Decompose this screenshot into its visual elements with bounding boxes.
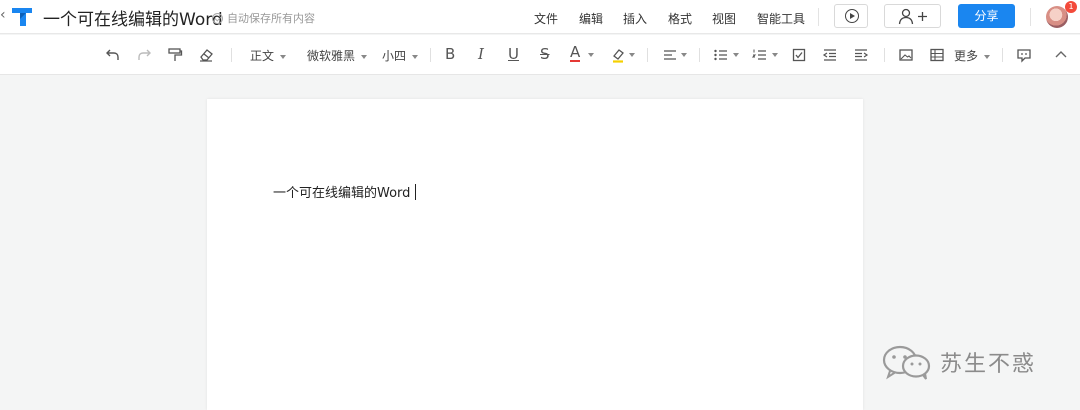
comment-icon — [1017, 49, 1031, 63]
font-family-select[interactable]: 微软雅黑 — [307, 47, 368, 64]
eraser-icon — [200, 49, 213, 62]
task-list-button[interactable] — [791, 47, 807, 63]
text-cursor — [415, 184, 417, 200]
redo-icon — [138, 49, 151, 60]
chevron-down-icon — [412, 54, 419, 59]
paint-brush-icon — [168, 48, 183, 61]
align-left-icon — [664, 50, 676, 60]
bold-button[interactable]: B — [445, 45, 455, 63]
bullet-list-button[interactable] — [713, 47, 729, 63]
font-color-button[interactable]: A — [570, 45, 581, 62]
autosave-text: 自动保存所有内容 — [227, 12, 315, 25]
highlighter-icon — [613, 49, 624, 63]
strikethrough-button[interactable]: S — [540, 45, 550, 63]
menu-edit[interactable]: 编辑 — [579, 10, 603, 27]
format-painter-button[interactable] — [167, 47, 183, 63]
chevron-down-icon — [361, 54, 368, 59]
chevron-down-icon[interactable] — [733, 53, 739, 57]
wechat-icon — [882, 345, 931, 380]
header-divider — [1030, 8, 1031, 26]
notification-badge: 1 — [1065, 1, 1077, 13]
undo-icon — [106, 49, 119, 60]
document-body-text[interactable]: 一个可在线编辑的Word — [273, 182, 417, 201]
redo-button[interactable] — [136, 47, 152, 63]
formatting-toolbar: 正文 微软雅黑 小四 B I U S A 更多 — [0, 35, 1080, 75]
document-page[interactable] — [207, 99, 863, 410]
numbered-list-button[interactable] — [752, 47, 768, 63]
app-header: ‹ 一个可在线编辑的Word 自动保存所有内容 文件 编辑 插入 格式 视图 智… — [0, 0, 1080, 34]
paragraph-style-select[interactable]: 正文 — [250, 47, 287, 64]
underline-button[interactable]: U — [508, 45, 519, 63]
chevron-down-icon[interactable] — [681, 53, 687, 57]
chevron-down-icon[interactable] — [772, 53, 778, 57]
chevron-down-icon[interactable] — [588, 53, 594, 57]
menu-view[interactable]: 视图 — [712, 10, 736, 27]
image-icon — [899, 49, 913, 61]
share-button[interactable]: 分享 — [958, 4, 1015, 28]
numbered-list-icon — [752, 49, 766, 60]
present-button[interactable] — [834, 4, 868, 28]
font-size-select[interactable]: 小四 — [382, 47, 419, 64]
autosave-status: 自动保存所有内容 — [212, 10, 315, 26]
chevron-down-icon — [280, 54, 287, 59]
comment-button[interactable] — [1016, 47, 1032, 63]
app-logo-icon[interactable] — [10, 5, 34, 29]
checkbox-icon — [792, 48, 806, 62]
insert-image-button[interactable] — [898, 47, 914, 63]
wechat-watermark: 苏生不惑 — [880, 344, 1036, 380]
outdent-icon — [822, 49, 836, 61]
document-title[interactable]: 一个可在线编辑的Word — [43, 5, 223, 30]
indent-icon — [855, 49, 869, 61]
chevron-down-icon[interactable] — [629, 53, 635, 57]
menu-smart-tools[interactable]: 智能工具 — [757, 10, 805, 27]
header-divider — [818, 8, 819, 26]
bullet-list-icon — [714, 49, 727, 61]
insert-table-button[interactable] — [929, 47, 945, 63]
align-button[interactable] — [662, 47, 678, 63]
watermark-text: 苏生不惑 — [940, 352, 1037, 377]
chevron-up-icon — [1055, 51, 1067, 58]
menu-file[interactable]: 文件 — [534, 10, 558, 27]
collapse-toolbar-button[interactable] — [1054, 47, 1068, 63]
clear-format-button[interactable] — [198, 47, 214, 63]
chevron-down-icon — [984, 54, 991, 59]
add-collaborator-button[interactable] — [884, 4, 941, 28]
add-user-icon — [898, 8, 927, 25]
menu-insert[interactable]: 插入 — [623, 10, 647, 27]
back-button[interactable]: ‹ — [0, 7, 6, 23]
outdent-button[interactable] — [822, 47, 838, 63]
highlight-button[interactable] — [610, 47, 626, 63]
table-icon — [930, 48, 944, 62]
italic-button[interactable]: I — [478, 45, 484, 63]
indent-button[interactable] — [853, 47, 869, 63]
menu-format[interactable]: 格式 — [668, 10, 692, 27]
undo-button[interactable] — [105, 47, 121, 63]
more-tools-select[interactable]: 更多 — [954, 47, 991, 64]
check-circle-icon — [212, 12, 223, 24]
